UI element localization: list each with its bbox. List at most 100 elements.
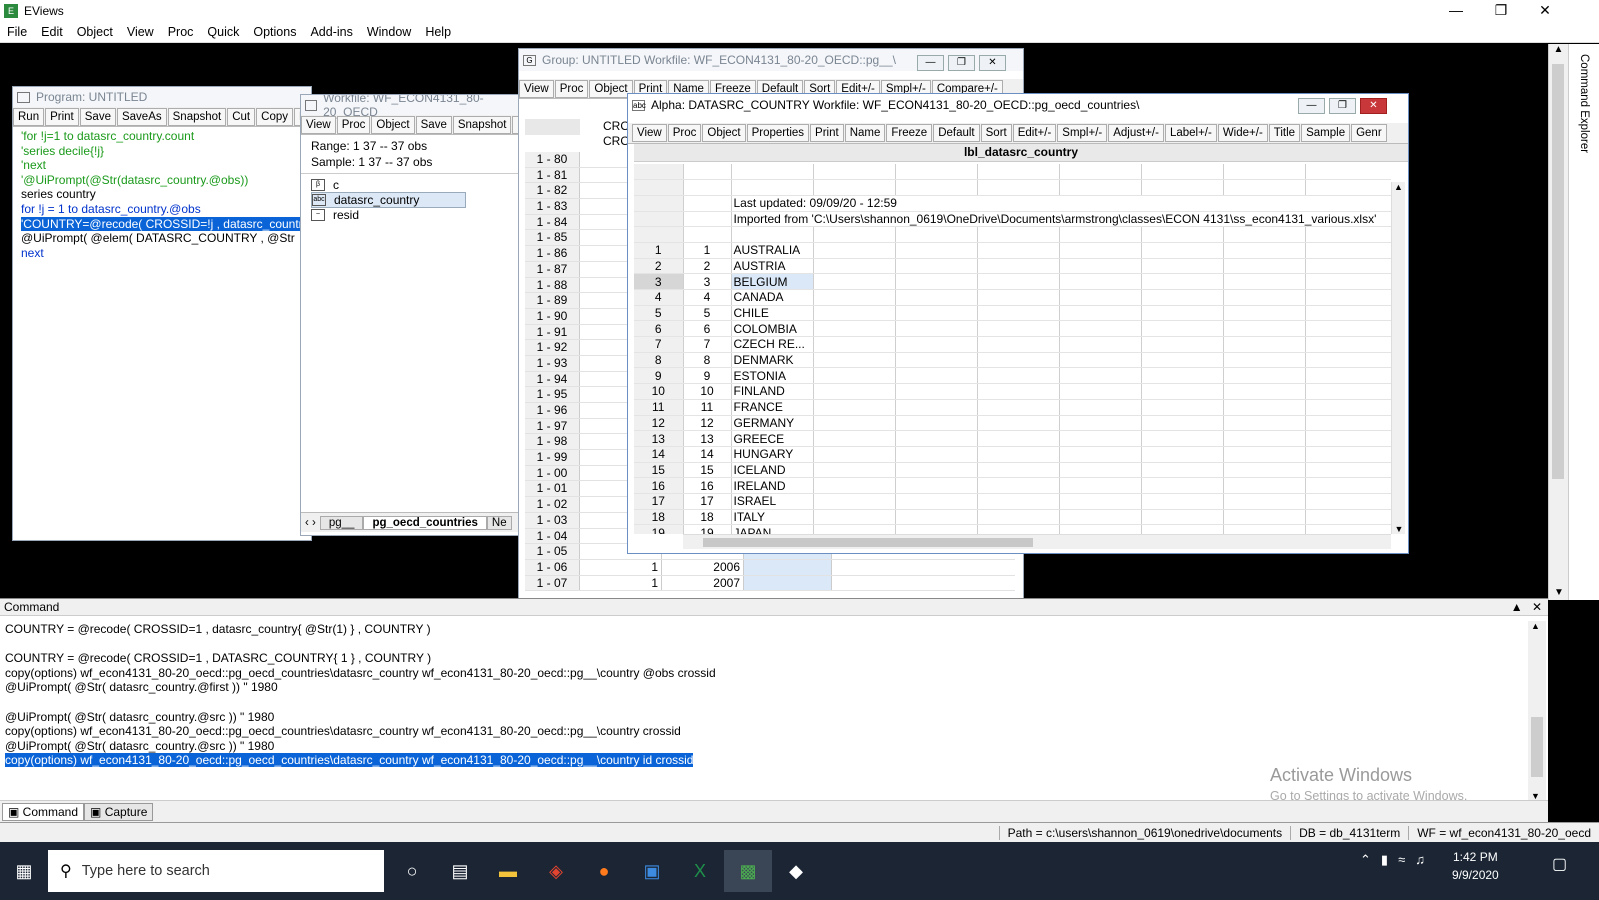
grid-cell[interactable] [1305, 305, 1391, 322]
command-explorer-panel[interactable]: Command Explorer [1568, 44, 1599, 600]
alpha-genr-button[interactable]: Genr [1351, 124, 1387, 142]
grid-cell[interactable] [813, 258, 896, 275]
grid-cell[interactable] [1223, 509, 1306, 526]
grid-cell[interactable] [1223, 367, 1306, 385]
group-row-label[interactable]: 1 - 00 [525, 465, 580, 481]
grid-cell[interactable] [1223, 179, 1306, 196]
alpha-object-button[interactable]: Object [702, 124, 746, 142]
country-cell[interactable]: FINLAND [731, 383, 814, 400]
grid-cell[interactable] [1305, 524, 1391, 534]
group-row-label[interactable]: 1 - 96 [525, 403, 580, 418]
menu-object[interactable]: Object [70, 25, 120, 39]
grid-cell[interactable] [895, 336, 978, 353]
crossid-cell[interactable]: 13 [683, 430, 732, 447]
grid-cell[interactable] [1223, 415, 1306, 432]
scroll-down-icon[interactable]: ▼ [1392, 524, 1406, 534]
grid-cell[interactable] [1305, 242, 1391, 259]
obs-number[interactable]: 15 [634, 462, 684, 479]
grid-cell[interactable] [977, 524, 1060, 534]
grid-cell[interactable] [1305, 273, 1391, 290]
country-cell[interactable]: HUNGARY [731, 446, 814, 463]
grid-cell[interactable] [1141, 289, 1224, 306]
grid-cell[interactable] [1059, 462, 1142, 479]
grid-cell[interactable] [1223, 352, 1306, 369]
alpha-name-button[interactable]: Name [844, 124, 886, 142]
grid-cell[interactable] [977, 477, 1060, 494]
eviews-taskbar-icon[interactable]: ▩ [724, 850, 772, 892]
grid-cell[interactable] [634, 226, 684, 243]
grid-cell[interactable] [683, 179, 732, 196]
grid-cell[interactable] [977, 383, 1060, 400]
crossid-cell[interactable]: 5 [683, 305, 732, 322]
crossid-cell[interactable]: 12 [683, 415, 732, 432]
restore-icon[interactable]: ❐ [1478, 0, 1524, 22]
alpha-vscroll[interactable]: ▲ ▼ [1391, 182, 1405, 534]
grid-cell[interactable] [1141, 320, 1224, 338]
grid-cell[interactable] [1059, 164, 1142, 181]
menu-window[interactable]: Window [360, 25, 418, 39]
grid-cell[interactable] [813, 289, 896, 306]
grid-cell[interactable] [977, 305, 1060, 322]
tab-pg-oecd-countries[interactable]: pg_oecd_countries [363, 515, 487, 530]
grid-cell[interactable] [1305, 164, 1391, 181]
grid-cell[interactable] [1059, 179, 1142, 196]
alpha-title-button[interactable]: Title [1268, 124, 1301, 142]
group-row-label[interactable]: 1 - 80 [525, 152, 580, 167]
alpha-view-button[interactable]: View [632, 124, 667, 142]
grid-cell[interactable] [895, 383, 978, 400]
grid-cell[interactable] [977, 336, 1060, 353]
crossid-cell[interactable]: 1 [683, 242, 732, 259]
country-cell[interactable]: ICELAND [731, 462, 814, 479]
volume-icon[interactable]: ♫ [1415, 852, 1425, 868]
grid-cell[interactable] [1305, 446, 1391, 463]
command-history-line[interactable]: @UiPrompt( @Str( datasrc_country.@first … [0, 680, 1548, 695]
grid-cell[interactable] [634, 211, 684, 228]
tab-pg[interactable]: pg__ [319, 515, 364, 530]
series-label-header[interactable]: lbl_datasrc_country [634, 144, 1408, 162]
workfile-save-button[interactable]: Save [415, 115, 452, 134]
grid-cell[interactable] [895, 430, 978, 447]
group-row-label[interactable]: 1 - 07 [525, 575, 580, 591]
scroll-up-icon[interactable]: ▲ [1549, 44, 1568, 55]
obs-number[interactable]: 5 [634, 305, 684, 322]
menu-edit[interactable]: Edit [34, 25, 70, 39]
grid-cell[interactable] [895, 164, 978, 181]
tab-new-page[interactable]: Ne [486, 515, 512, 530]
grid-cell[interactable] [1059, 226, 1142, 243]
grid-cell[interactable] [813, 273, 896, 290]
obs-number[interactable]: 3 [634, 273, 684, 290]
grid-cell[interactable] [683, 164, 732, 181]
grid-cell[interactable] [813, 320, 896, 338]
last-updated-note[interactable]: Last updated: 09/09/20 - 12:59 [731, 195, 1391, 212]
menu-help[interactable]: Help [418, 25, 458, 39]
notifications-icon[interactable]: ▢ [1552, 854, 1567, 874]
alpha-properties-button[interactable]: Properties [746, 124, 810, 142]
grid-cell[interactable] [1059, 399, 1142, 416]
obs-number[interactable]: 10 [634, 383, 684, 400]
group-row-label[interactable]: 1 - 01 [525, 481, 580, 497]
grid-cell[interactable] [1059, 242, 1142, 259]
grid-cell[interactable] [1305, 399, 1391, 416]
crossid-cell[interactable]: 19 [683, 524, 732, 534]
program-run-button[interactable]: Run [13, 107, 45, 126]
country-cell[interactable]: DENMARK [731, 352, 814, 369]
country-cell[interactable]: ITALY [731, 509, 814, 526]
command-history-line[interactable] [0, 695, 1548, 710]
obs-number[interactable]: 18 [634, 509, 684, 526]
obs-number[interactable]: 8 [634, 352, 684, 369]
group-minimize-icon[interactable]: — [917, 55, 944, 71]
grid-cell[interactable] [1059, 415, 1142, 432]
crossid-cell[interactable]: 10 [683, 383, 732, 400]
country-cell[interactable]: GREECE [731, 430, 814, 447]
group-row-label[interactable]: 1 - 89 [525, 293, 580, 308]
grid-cell[interactable] [977, 258, 1060, 275]
country-cell[interactable]: FRANCE [731, 399, 814, 416]
group-row-label[interactable]: 1 - 95 [525, 387, 580, 402]
group-row-label[interactable]: 1 - 94 [525, 371, 580, 387]
grid-cell[interactable] [1141, 273, 1224, 290]
app-taskbar-icon[interactable]: ◆ [772, 850, 820, 892]
crossid-cell[interactable]: 16 [683, 477, 732, 494]
grid-cell[interactable] [1059, 367, 1142, 385]
grid-cell[interactable] [895, 524, 978, 534]
grid-cell[interactable] [895, 399, 978, 416]
